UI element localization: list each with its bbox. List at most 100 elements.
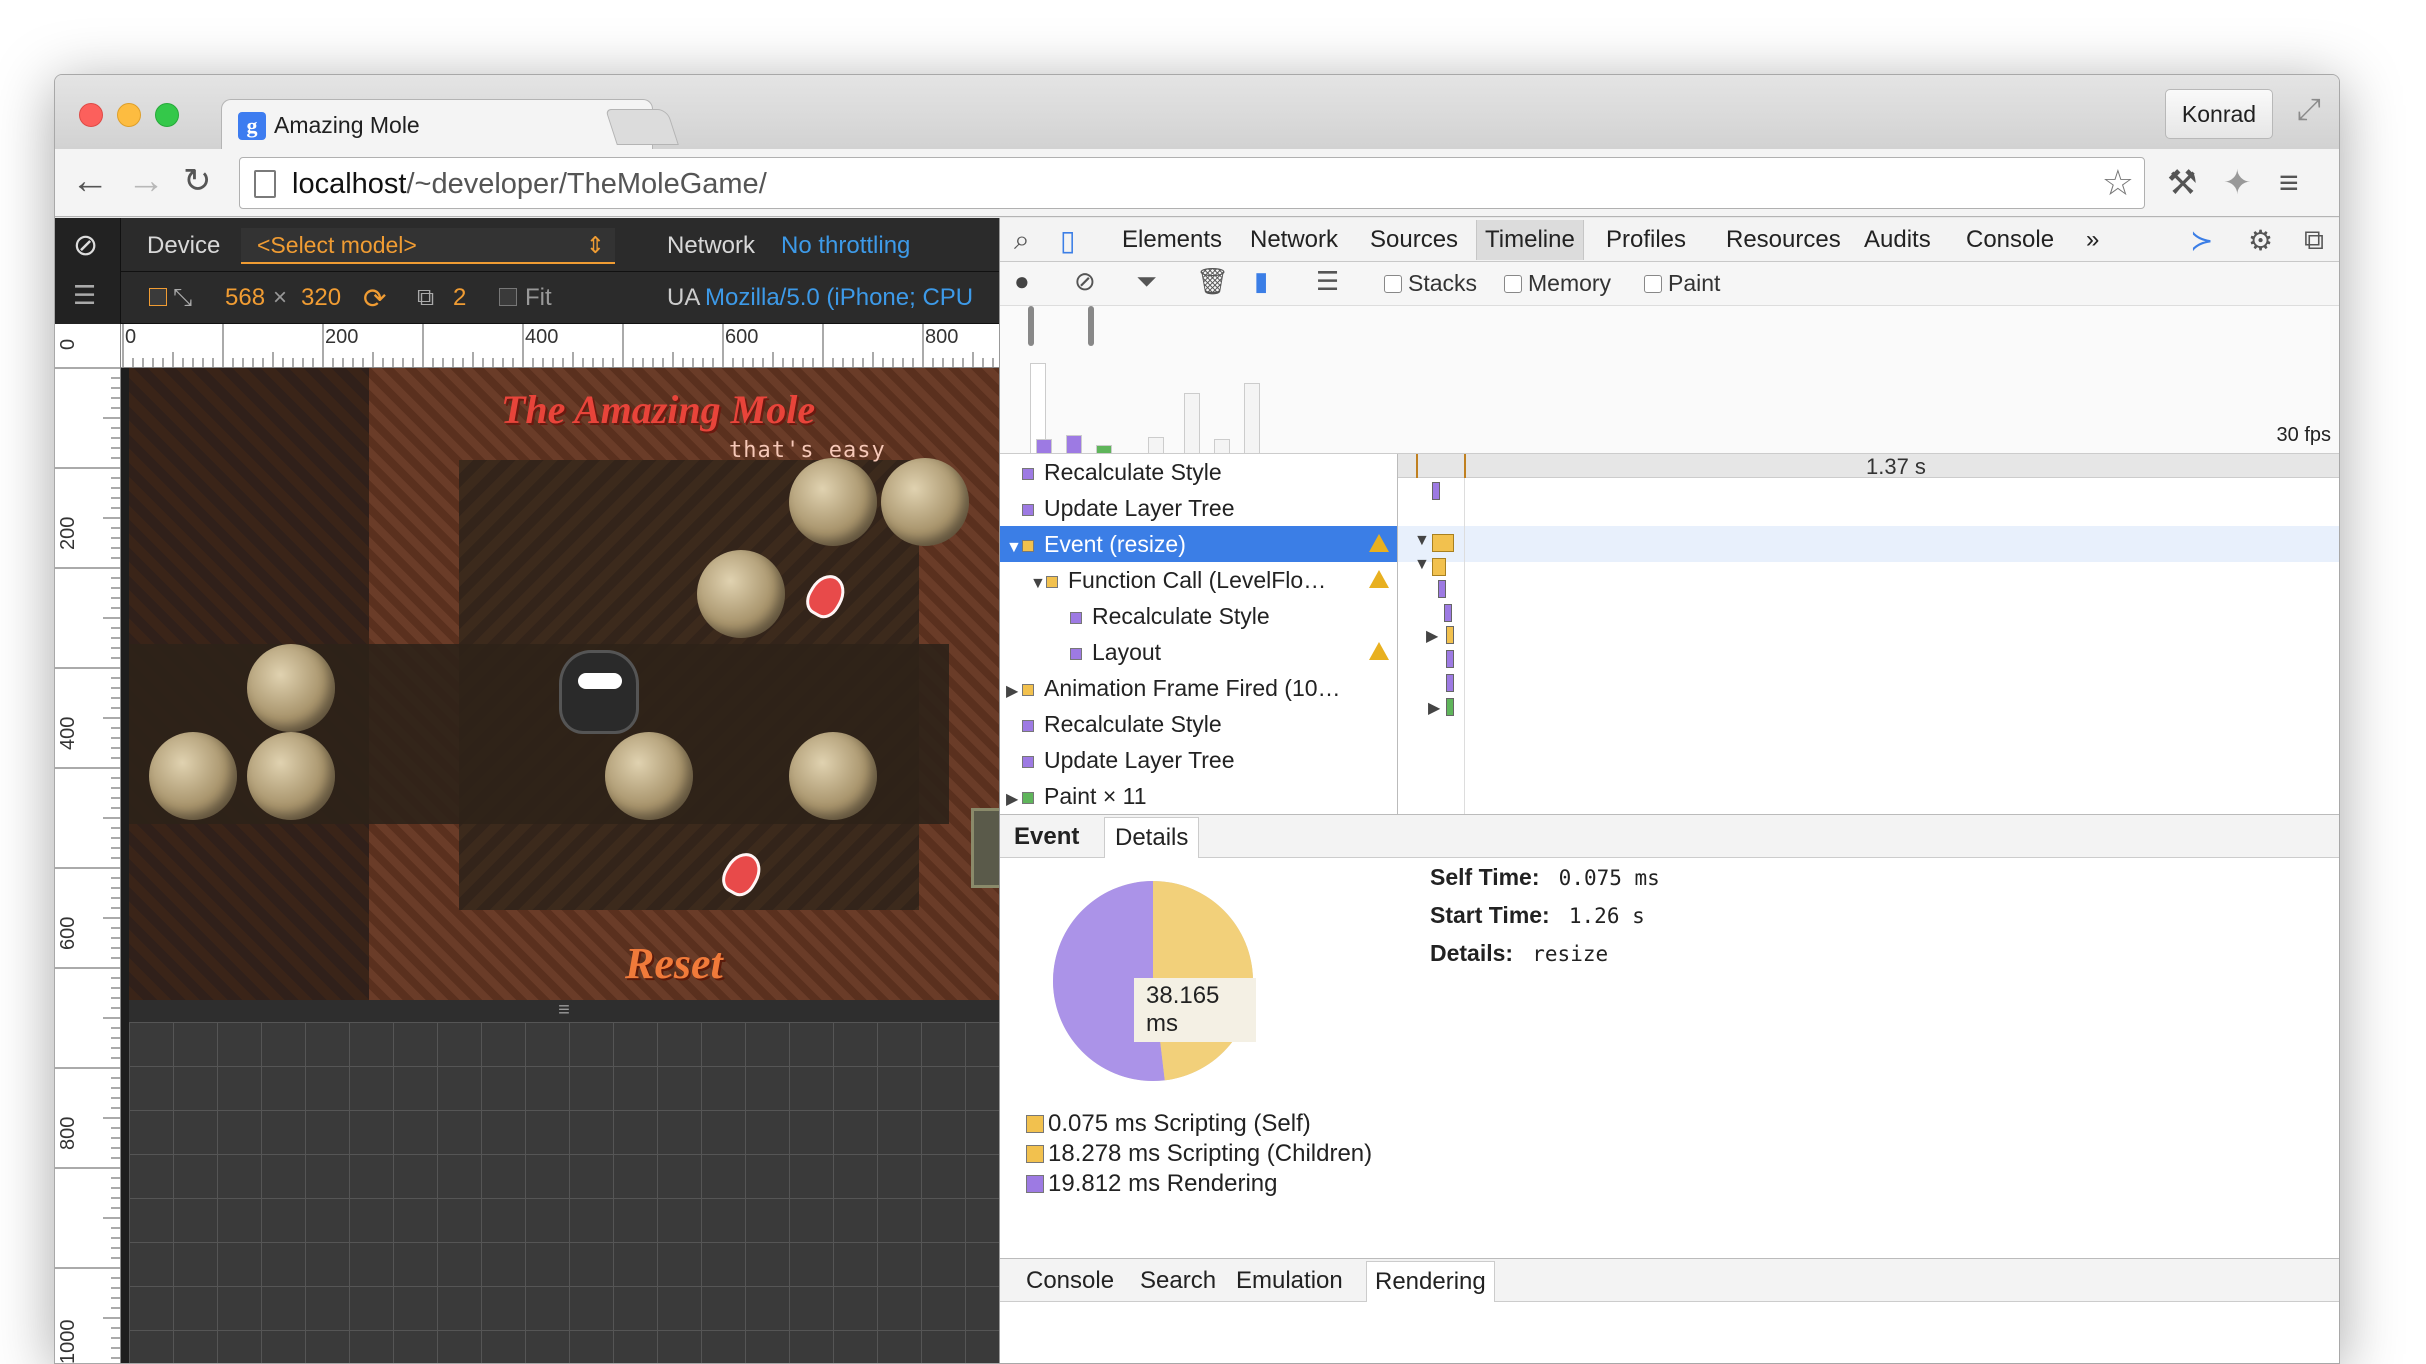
tab-event[interactable]: Event (1014, 823, 1079, 851)
drawer-tab-console[interactable]: Console (1026, 1267, 1114, 1295)
width-input[interactable]: 568 (225, 284, 265, 312)
drawer-tab-emulation[interactable]: Emulation (1236, 1267, 1343, 1295)
timeline-graph[interactable]: 1.37 s ▼ ▼ ▶ ▶ (1398, 454, 2340, 814)
record-bar (1444, 604, 1452, 622)
tab-profiles[interactable]: Profiles (1606, 226, 1686, 254)
fullscreen-icon[interactable]: ⤢ (2297, 93, 2321, 127)
timeline-record-row[interactable]: Update Layer Tree (1000, 490, 1397, 526)
extension-icon[interactable]: ✦ (2223, 163, 2252, 203)
menu-icon[interactable]: ≡ (2279, 163, 2299, 203)
drawer-toggle-icon[interactable]: ≻ (2190, 224, 2213, 257)
frames-overview[interactable]: 30 fps (1000, 306, 2340, 454)
device-scale-input[interactable]: 2 (453, 284, 466, 312)
game-canvas[interactable]: The Amazing Mole that's easy Reset (129, 368, 999, 1000)
category-color-icon (1022, 684, 1034, 696)
horizontal-ruler-ticks (121, 324, 999, 368)
details-label: Details: (1430, 940, 1513, 966)
user-agent-input[interactable]: Mozilla/5.0 (iPhone; CPU (705, 284, 973, 312)
disable-emulation-icon[interactable]: ⊘ (73, 228, 98, 263)
frame-bar (1148, 437, 1164, 453)
expand-arrow-icon[interactable]: ▶ (1428, 698, 1440, 718)
overview-left-handle[interactable] (1028, 306, 1034, 346)
timeline-record-row[interactable]: Recalculate Style (1000, 706, 1397, 742)
expand-arrow-icon[interactable]: ▼ (1006, 530, 1022, 566)
frames-view-icon[interactable]: ▮ (1254, 266, 1268, 297)
stacks-checkbox[interactable]: Stacks (1384, 270, 1477, 297)
tab-details[interactable]: Details (1104, 817, 1199, 859)
timeline-record-row[interactable]: Update Layer Tree (1000, 742, 1397, 778)
tab-elements[interactable]: Elements (1122, 226, 1222, 254)
memory-checkbox[interactable]: Memory (1504, 270, 1611, 297)
checkbox-box (1384, 275, 1402, 293)
new-tab-button[interactable] (605, 109, 679, 145)
clear-icon[interactable]: ⊘ (1074, 266, 1096, 297)
vertical-ruler-ticks (55, 324, 121, 1364)
drawer-tab-rendering[interactable]: Rendering (1366, 1261, 1495, 1303)
forward-icon[interactable]: → (127, 161, 165, 201)
minimize-window-button[interactable] (117, 103, 141, 127)
expand-arrow-icon[interactable]: ▼ (1414, 556, 1430, 574)
device-model-select[interactable]: <Select model> ⇕ (241, 228, 615, 264)
bookmark-star-icon[interactable]: ☆ (2102, 162, 2134, 204)
fit-checkbox[interactable] (499, 288, 517, 306)
reset-button[interactable]: Reset (625, 938, 723, 989)
timeline-record-row[interactable]: ▶ Paint × 11 (1000, 778, 1397, 814)
emulation-resize-handle[interactable]: ≡ (129, 1000, 999, 1022)
timeline-record-row[interactable]: Layout (1000, 634, 1397, 670)
settings-gear-icon[interactable]: ⚙ (2248, 224, 2273, 257)
device-emulation-area: Device <Select model> ⇕ Network No throt… (55, 218, 999, 1364)
height-input[interactable]: 320 (301, 284, 341, 312)
expand-arrow-icon[interactable]: ▼ (1030, 566, 1046, 602)
ruler-h-label: 0 (125, 326, 136, 349)
back-icon[interactable]: ← (71, 161, 109, 201)
overview-right-handle[interactable] (1088, 306, 1094, 346)
paint-bucket-icon[interactable]: ⚒ (2167, 163, 2197, 203)
tab-timeline[interactable]: Timeline (1476, 220, 1584, 260)
dock-icon[interactable]: ⧉ (2304, 224, 2324, 257)
expand-arrow-icon[interactable]: ▶ (1006, 782, 1022, 814)
record-icon[interactable]: ● (1014, 266, 1030, 297)
reload-icon[interactable]: ↻ (183, 161, 212, 201)
self-time-value: 0.075 ms (1559, 866, 1660, 890)
tab-network[interactable]: Network (1250, 226, 1338, 254)
throttling-select[interactable]: No throttling (781, 232, 910, 260)
garbage-collect-icon[interactable]: 🗑 (1196, 266, 1229, 297)
tab-resources[interactable]: Resources (1726, 226, 1841, 254)
rock (605, 732, 693, 820)
url-host: localhost (292, 168, 406, 200)
filter-icon[interactable]: ⏷ (1136, 266, 1157, 298)
tab-console[interactable]: Console (1966, 226, 2054, 254)
self-time-row: Self Time: 0.075 ms (1430, 864, 1660, 891)
tab-sources[interactable]: Sources (1370, 226, 1458, 254)
expand-arrow-icon[interactable]: ▼ (1414, 532, 1430, 550)
timeline-record-row[interactable]: ▶Animation Frame Fired (10… (1000, 670, 1397, 706)
timeline-record-row[interactable]: Recalculate Style (1000, 454, 1397, 490)
record-label: Function Call (LevelFlo… (1068, 567, 1326, 593)
drawer-tab-search[interactable]: Search (1140, 1267, 1216, 1295)
more-tabs-icon[interactable]: » (2086, 226, 2099, 254)
rock (247, 644, 335, 732)
timeline-record-row[interactable]: ▼Function Call (LevelFlo… (1000, 562, 1397, 598)
close-window-button[interactable] (79, 103, 103, 127)
timeline-record-row[interactable]: Recalculate Style (1000, 598, 1397, 634)
expand-arrow-icon[interactable]: ▶ (1006, 674, 1022, 710)
flame-chart-icon[interactable]: ☰ (1316, 266, 1339, 297)
zoom-window-button[interactable] (155, 103, 179, 127)
devtools-tabbar: ⌕ ▯ Elements Network Sources Timeline Pr… (1000, 218, 2340, 262)
profile-button[interactable]: Konrad (2165, 89, 2273, 139)
resolution-checkbox[interactable] (149, 288, 167, 306)
browser-tab[interactable]: g Amazing Mole × (221, 99, 653, 151)
swap-dimensions-icon[interactable]: ⟳ (363, 282, 386, 315)
timeline-record-row[interactable]: ▼Event (resize) (1000, 526, 1397, 562)
device-mode-icon[interactable]: ▯ (1060, 224, 1075, 257)
tab-audits[interactable]: Audits (1864, 226, 1931, 254)
paint-checkbox[interactable]: Paint (1644, 270, 1720, 297)
time-marker (1464, 454, 1466, 478)
search-icon[interactable]: ⌕ (1014, 224, 1030, 257)
category-color-icon (1070, 612, 1082, 624)
horizontal-ruler: 0 200 400 600 800 (121, 324, 999, 368)
record-label: Paint × 11 (1044, 783, 1147, 809)
media-queries-icon[interactable]: ☰ (73, 280, 96, 311)
expand-arrow-icon[interactable]: ▶ (1426, 626, 1438, 646)
address-bar[interactable]: localhost/~developer/TheMoleGame/ ☆ (239, 157, 2145, 209)
